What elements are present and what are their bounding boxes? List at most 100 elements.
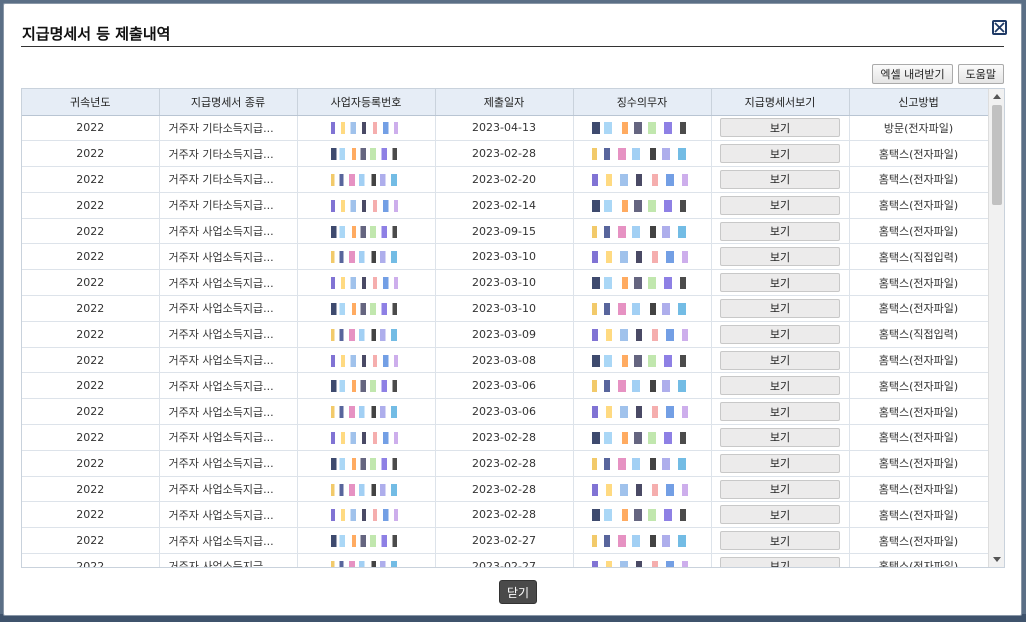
table-row: 2022 거주자 사업소득지급... 2023-02-27 보기 홈택스(전자파일) <box>22 527 989 555</box>
method-cell: 홈택스(전자파일) <box>849 295 989 322</box>
column-header-submit-date: 제출일자 <box>435 89 574 116</box>
view-statement-button[interactable]: 보기 <box>720 324 840 344</box>
view-statement-button[interactable]: 보기 <box>720 427 840 447</box>
business-number-cell <box>297 347 436 374</box>
view-statement-button[interactable]: 보기 <box>720 273 840 293</box>
view-cell: 보기 <box>711 372 850 400</box>
withholder-cell <box>573 450 712 477</box>
scroll-up-icon[interactable] <box>993 94 1001 99</box>
submit-date-cell: 2023-02-27 <box>435 527 574 555</box>
business-number-cell <box>297 372 436 400</box>
close-button[interactable]: 닫기 <box>499 580 537 604</box>
view-statement-button[interactable]: 보기 <box>720 505 840 525</box>
view-statement-button[interactable]: 보기 <box>720 169 840 189</box>
method-cell: 홈택스(전자파일) <box>849 372 989 400</box>
business-number-cell <box>297 424 436 451</box>
business-number-cell <box>297 269 436 297</box>
view-statement-button[interactable]: 보기 <box>720 479 840 499</box>
year-cell: 2022 <box>22 450 160 477</box>
year-cell: 2022 <box>22 398 160 426</box>
method-cell: 홈택스(직접입력) <box>849 243 989 271</box>
view-cell: 보기 <box>711 166 850 193</box>
scroll-down-icon[interactable] <box>993 557 1001 562</box>
view-cell: 보기 <box>711 243 850 271</box>
submit-date-cell: 2023-02-27 <box>435 553 574 567</box>
table-scrollbar[interactable] <box>988 89 1004 567</box>
redacted-business-number <box>331 406 401 419</box>
table-row: 2022 거주자 사업소득지급... 2023-02-28 보기 홈택스(전자파일) <box>22 476 989 503</box>
submission-table: 귀속년도 지급명세서 종류 사업자등록번호 제출일자 징수의무자 지급명세서보기… <box>22 89 989 567</box>
redacted-business-number <box>331 173 401 186</box>
view-statement-button[interactable]: 보기 <box>720 556 840 567</box>
method-cell: 홈택스(전자파일) <box>849 476 989 503</box>
view-statement-button[interactable]: 보기 <box>720 118 840 138</box>
withholder-cell <box>573 166 712 193</box>
submit-date-cell: 2023-03-10 <box>435 269 574 297</box>
view-cell: 보기 <box>711 192 850 219</box>
table-row: 2022 거주자 사업소득지급... 2023-02-28 보기 홈택스(전자파일) <box>22 501 989 529</box>
method-cell: 홈택스(전자파일) <box>849 140 989 168</box>
redacted-business-number <box>331 277 401 290</box>
column-header-type: 지급명세서 종류 <box>159 89 298 116</box>
column-header-withholder: 징수의무자 <box>573 89 712 116</box>
withholder-cell <box>573 347 712 374</box>
business-number-cell <box>297 192 436 219</box>
view-statement-button[interactable]: 보기 <box>720 195 840 215</box>
type-cell: 거주자 사업소득지급... <box>159 243 298 271</box>
table-header-row: 귀속년도 지급명세서 종류 사업자등록번호 제출일자 징수의무자 지급명세서보기… <box>22 89 989 116</box>
submit-date-cell: 2023-02-28 <box>435 450 574 477</box>
scroll-thumb[interactable] <box>992 105 1002 205</box>
redacted-withholder-name <box>592 406 692 419</box>
method-cell: 홈택스(전자파일) <box>849 269 989 297</box>
view-statement-button[interactable]: 보기 <box>720 376 840 396</box>
help-button[interactable]: 도움말 <box>957 64 1004 84</box>
view-statement-button[interactable]: 보기 <box>720 298 840 318</box>
redacted-withholder-name <box>592 173 692 186</box>
business-number-cell <box>297 527 436 555</box>
method-cell: 홈택스(전자파일) <box>849 166 989 193</box>
withholder-cell <box>573 424 712 451</box>
type-cell: 거주자 사업소득지급... <box>159 424 298 451</box>
method-cell: 홈택스(전자파일) <box>849 347 989 374</box>
redacted-business-number <box>331 380 401 393</box>
view-cell: 보기 <box>711 424 850 451</box>
year-cell: 2022 <box>22 372 160 400</box>
view-statement-button[interactable]: 보기 <box>720 531 840 551</box>
view-statement-button[interactable]: 보기 <box>720 350 840 370</box>
table-row: 2022 거주자 사업소득지급... 2023-02-28 보기 홈택스(전자파일) <box>22 450 989 477</box>
type-cell: 거주자 사업소득지급... <box>159 476 298 503</box>
submit-date-cell: 2023-02-28 <box>435 501 574 529</box>
view-cell: 보기 <box>711 140 850 168</box>
year-cell: 2022 <box>22 295 160 322</box>
close-icon[interactable] <box>992 20 1007 35</box>
table-row: 2022 거주자 사업소득지급... 2023-03-10 보기 홈택스(전자파일) <box>22 269 989 297</box>
method-cell: 홈택스(전자파일) <box>849 424 989 451</box>
table-row: 2022 거주자 기타소득지급... 2023-02-14 보기 홈택스(전자파일) <box>22 192 989 219</box>
view-cell: 보기 <box>711 553 850 567</box>
excel-download-button[interactable]: 엑셀 내려받기 <box>872 64 953 84</box>
type-cell: 거주자 사업소득지급... <box>159 450 298 477</box>
year-cell: 2022 <box>22 115 160 142</box>
view-statement-button[interactable]: 보기 <box>720 453 840 473</box>
table-row: 2022 거주자 사업소득지급... 2023-03-10 보기 홈택스(전자파일) <box>22 295 989 322</box>
withholder-cell <box>573 501 712 529</box>
view-statement-button[interactable]: 보기 <box>720 144 840 164</box>
submit-date-cell: 2023-02-14 <box>435 192 574 219</box>
view-statement-button[interactable]: 보기 <box>720 402 840 422</box>
withholder-cell <box>573 218 712 245</box>
table-row: 2022 거주자 사업소득지급... 2023-03-09 보기 홈택스(직접입력) <box>22 321 989 348</box>
view-cell: 보기 <box>711 295 850 322</box>
business-number-cell <box>297 321 436 348</box>
redacted-withholder-name <box>592 354 692 367</box>
submit-date-cell: 2023-03-08 <box>435 347 574 374</box>
withholder-cell <box>573 321 712 348</box>
redacted-withholder-name <box>592 535 692 548</box>
view-cell: 보기 <box>711 527 850 555</box>
view-statement-button[interactable]: 보기 <box>720 247 840 267</box>
type-cell: 거주자 사업소득지급... <box>159 347 298 374</box>
redacted-business-number <box>331 199 401 212</box>
toolbar: 엑셀 내려받기 도움말 <box>872 64 1004 84</box>
redacted-business-number <box>331 535 401 548</box>
submit-date-cell: 2023-02-28 <box>435 140 574 168</box>
view-statement-button[interactable]: 보기 <box>720 221 840 241</box>
